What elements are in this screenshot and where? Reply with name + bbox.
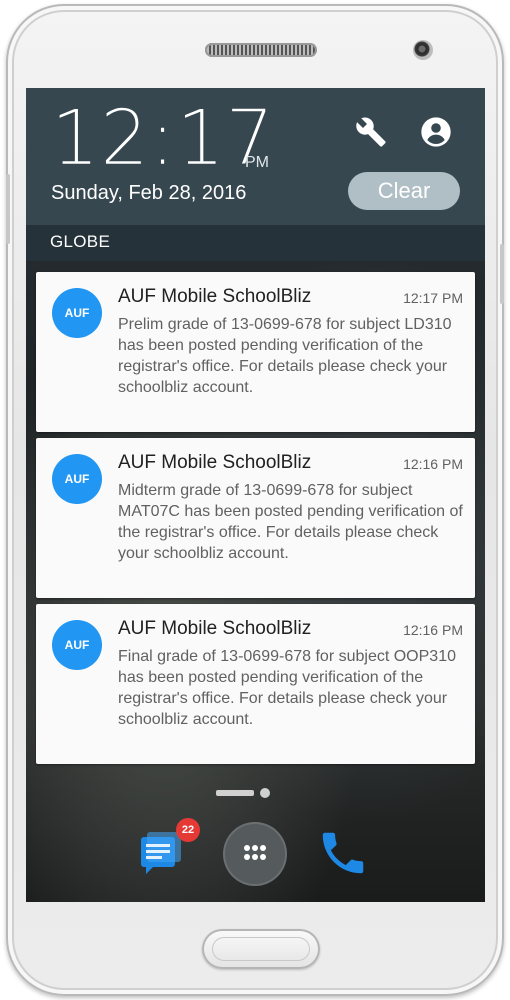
clock: 12:17 [51,93,276,182]
notification-title: AUF Mobile SchoolBliz [118,452,312,473]
notification-time: 12:17 PM [403,290,463,306]
app-icon: AUF [52,454,102,504]
app-icon: AUF [52,620,102,670]
notification-time: 12:16 PM [403,622,463,638]
notification-card-1[interactable]: AUF AUF Mobile SchoolBliz 12:17 PM Preli… [36,272,475,432]
app-icon: AUF [52,288,102,338]
carrier-label: GLOBE [50,232,111,251]
earpiece-speaker [205,43,317,57]
account-icon[interactable] [420,116,452,148]
volume-button [6,174,10,244]
notification-card-2[interactable]: AUF AUF Mobile SchoolBliz 12:16 PM Midte… [36,438,475,598]
home-button[interactable] [202,929,320,969]
notification-card-3[interactable]: AUF AUF Mobile SchoolBliz 12:16 PM Final… [36,604,475,764]
notification-body: Prelim grade of 13-0699-678 for subject … [118,316,452,396]
messages-badge: 22 [176,818,200,842]
phone-icon[interactable] [316,826,370,880]
clock-ampm: PM [245,154,269,171]
notification-title: AUF Mobile SchoolBliz [118,618,312,639]
notification-time: 12:16 PM [403,456,463,472]
page-indicator-active [216,790,254,796]
front-camera [413,40,433,60]
notification-body: Midterm grade of 13-0699-678 for subject… [118,482,463,562]
notification-body: Final grade of 13-0699-678 for subject O… [118,648,456,728]
screen: 12:17 PM Sunday, Feb 28, 2016 Clear GLOB… [26,88,485,902]
wrench-icon[interactable] [355,116,387,148]
carrier-bar: GLOBE [26,225,485,261]
notification-title: AUF Mobile SchoolBliz [118,286,312,307]
power-button [500,244,504,304]
app-drawer-icon[interactable] [225,824,285,884]
clear-button[interactable]: Clear [348,172,460,210]
page-indicator [216,788,276,798]
date: Sunday, Feb 28, 2016 [51,182,247,204]
page-indicator-dot [260,788,270,798]
